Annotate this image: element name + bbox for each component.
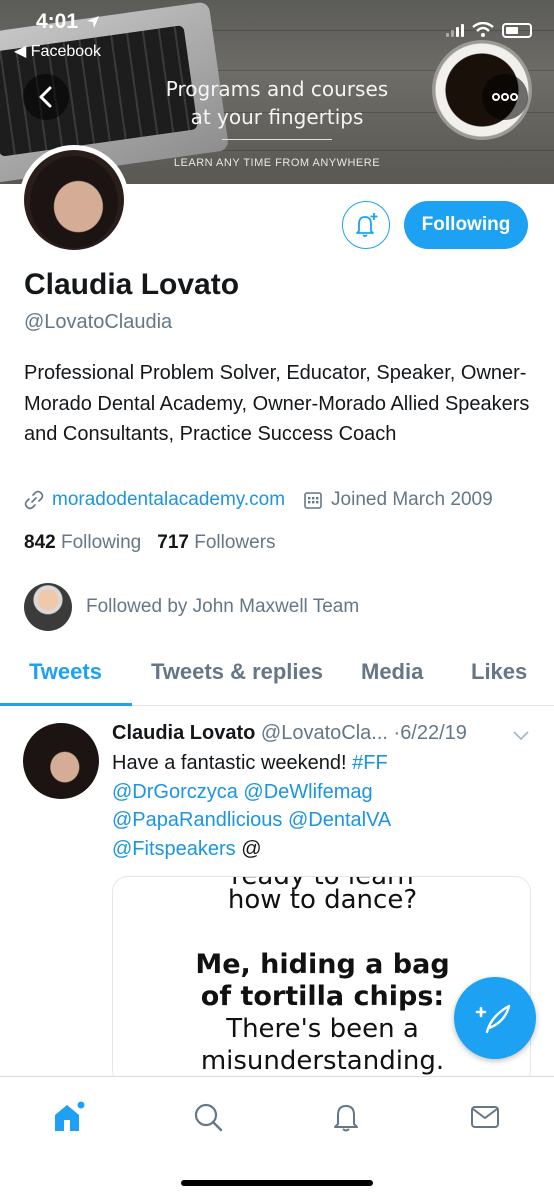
messages-icon — [471, 1106, 499, 1128]
tab-media[interactable]: Media — [361, 659, 423, 685]
cellular-signal-icon — [446, 23, 464, 37]
tab-tweets-replies[interactable]: Tweets & replies — [151, 659, 323, 685]
back-button[interactable] — [23, 74, 69, 120]
compose-tweet-button[interactable] — [454, 977, 536, 1059]
hashtag-link[interactable]: #FF — [352, 752, 388, 774]
chevron-down-icon — [513, 731, 529, 741]
tab-likes[interactable]: Likes — [471, 659, 527, 685]
search-icon — [194, 1103, 223, 1132]
status-icons — [446, 22, 532, 38]
notifications-toggle-button[interactable] — [342, 201, 390, 249]
bell-plus-icon — [356, 213, 378, 237]
tweet-header: Claudia Lovato @LovatoCla... ·6/22/19 — [112, 722, 532, 745]
banner-divider — [222, 139, 332, 140]
banner-title-line2: at your fingertips — [190, 105, 364, 129]
meme-line-2: how to dance? — [227, 885, 418, 915]
tweet-handle: @LovatoCla... — [260, 722, 388, 744]
tweet-menu-button[interactable] — [512, 728, 530, 746]
back-to-app-label: Facebook — [30, 43, 102, 60]
back-triangle-icon: ◀ — [14, 43, 27, 60]
tab-tweets[interactable]: Tweets — [29, 659, 102, 685]
followed-by[interactable]: Followed by John Maxwell Team — [24, 583, 359, 631]
tweet-author[interactable]: Claudia Lovato — [112, 722, 255, 744]
active-tab-indicator — [0, 703, 132, 706]
profile-avatar[interactable] — [19, 145, 129, 255]
followers-count-link[interactable]: 717 Followers — [157, 532, 275, 554]
avatar-photo — [24, 150, 124, 250]
calendar-icon — [304, 492, 322, 509]
meme-line-6: misunderstanding. — [200, 1046, 445, 1076]
link-icon — [24, 490, 44, 510]
following-count-link[interactable]: 842 Following — [24, 532, 141, 554]
back-to-app[interactable]: ◀ Facebook — [14, 41, 101, 61]
profile-tabs: Tweets Tweets & replies Media Likes — [0, 645, 554, 706]
tweet-media[interactable]: ready to learn how to dance? Me, hiding … — [112, 876, 531, 1086]
follow-counts: 842 Following 717 Followers — [24, 532, 276, 554]
feather-plus-icon — [475, 1004, 511, 1034]
tweet-text-plain: Have a fantastic weekend! — [112, 752, 353, 774]
notifications-icon — [334, 1105, 358, 1132]
nav-notifications[interactable] — [326, 1097, 366, 1137]
followed-by-text: Followed by John Maxwell Team — [86, 596, 360, 617]
battery-icon — [502, 22, 532, 38]
profile-handle: @LovatoClaudia — [24, 311, 173, 333]
following-button[interactable]: Following — [404, 201, 528, 249]
profile-meta: moradodentalacademy.com Joined March 200… — [24, 489, 493, 511]
tweet-text: Have a fantastic weekend! #FF @DrGorczyc… — [112, 749, 532, 863]
mention-link-3[interactable]: @Fitspeakers — [112, 838, 236, 860]
nav-search[interactable] — [188, 1097, 228, 1137]
following-count: 842 — [24, 532, 56, 553]
followers-label: Followers — [194, 532, 276, 553]
mention-links-2[interactable]: @PapaRandlicious @DentalVA — [112, 809, 391, 831]
follower-avatar — [24, 583, 72, 631]
mention-links-1[interactable]: @DrGorczyca @DeWlifemag — [112, 781, 373, 803]
home-icon — [55, 1101, 85, 1131]
joined-date: Joined March 2009 — [331, 489, 493, 510]
location-arrow-icon — [86, 16, 99, 29]
profile-name: Claudia Lovato — [24, 268, 240, 301]
nav-messages[interactable] — [465, 1097, 505, 1137]
tweet-avatar[interactable] — [23, 723, 99, 799]
more-options-button[interactable] — [482, 74, 528, 120]
status-time: 4:01 — [36, 10, 100, 34]
status-time-text: 4:01 — [36, 10, 79, 33]
meme-line-3: Me, hiding a bag — [195, 949, 450, 980]
chevron-left-icon — [39, 86, 52, 108]
home-indicator — [181, 1180, 373, 1186]
nav-home[interactable] — [48, 1097, 88, 1137]
followers-count: 717 — [157, 532, 189, 553]
wifi-icon — [472, 22, 494, 37]
more-horizontal-icon — [492, 93, 518, 101]
tweet-trailing: @ — [235, 837, 262, 860]
profile-bio: Professional Problem Solver, Educator, S… — [24, 362, 530, 445]
following-label: Following — [60, 532, 142, 553]
website-link[interactable]: moradodentalacademy.com — [52, 489, 285, 511]
tweet-date: 6/22/19 — [400, 722, 467, 744]
banner-title-line1: Programs and courses — [165, 77, 389, 101]
